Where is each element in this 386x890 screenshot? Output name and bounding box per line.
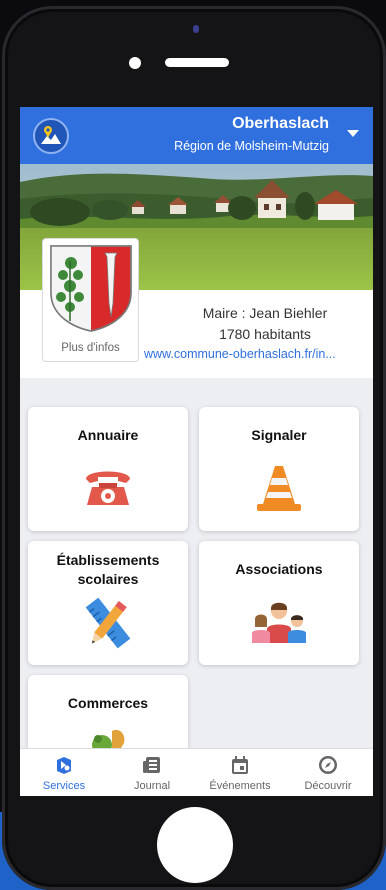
front-camera	[129, 57, 141, 69]
service-tile-signaler[interactable]: Signaler	[199, 407, 359, 531]
tab-decouvrir[interactable]: Découvrir	[284, 749, 372, 796]
home-button[interactable]	[157, 807, 233, 883]
mayor-name: Maire : Jean Biehler	[202, 305, 328, 321]
app-screen: Oberhaslach Région de Molsheim-Mutzig Pl…	[20, 107, 373, 796]
proximity-sensor	[193, 25, 199, 33]
region-name[interactable]: Région de Molsheim-Mutzig	[174, 139, 329, 153]
tab-label: Découvrir	[304, 780, 352, 792]
app-header: Oberhaslach Région de Molsheim-Mutzig	[20, 107, 373, 164]
services-icon	[57, 757, 71, 774]
earpiece-speaker	[165, 58, 229, 67]
service-label: Commerces	[67, 695, 149, 711]
pencil-ruler-icon	[85, 597, 131, 649]
service-label: Associations	[235, 561, 323, 577]
population-count: 1780 habitants	[219, 326, 311, 342]
website-link[interactable]: www.commune-oberhaslach.fr/in...	[144, 347, 370, 361]
service-label: Établissements scolaires	[56, 552, 160, 587]
service-tile-associations[interactable]: Associations	[199, 541, 359, 665]
tab-label: Événements	[209, 780, 271, 792]
map-pin-mountain-icon[interactable]	[33, 118, 69, 154]
service-label: Signaler	[251, 427, 307, 443]
tab-journal[interactable]: Journal	[108, 749, 196, 796]
traffic-cone-icon	[257, 466, 301, 511]
coat-of-arms-icon	[50, 245, 132, 332]
service-label: Annuaire	[77, 427, 139, 443]
service-tile-annuaire[interactable]: Annuaire	[28, 407, 188, 531]
telephone-icon	[86, 471, 130, 505]
more-info-link[interactable]: Plus d'infos	[43, 342, 138, 354]
tab-label: Journal	[133, 780, 171, 792]
newspaper-icon	[143, 757, 160, 773]
caret-down-icon[interactable]	[347, 130, 359, 137]
tab-services[interactable]: Services	[20, 749, 108, 796]
calendar-icon	[232, 756, 248, 774]
commune-name[interactable]: Oberhaslach	[232, 115, 329, 133]
tab-label: Services	[42, 780, 86, 792]
service-tile-etablissements-scolaires[interactable]: Établissements scolaires	[28, 541, 188, 665]
people-group-icon	[252, 602, 306, 643]
tab-evenements[interactable]: Événements	[196, 749, 284, 796]
compass-icon	[319, 756, 337, 774]
commune-crest-card[interactable]: Plus d'infos	[42, 238, 139, 362]
bottom-tab-bar: Services Journal Événements Découvrir	[20, 748, 373, 796]
